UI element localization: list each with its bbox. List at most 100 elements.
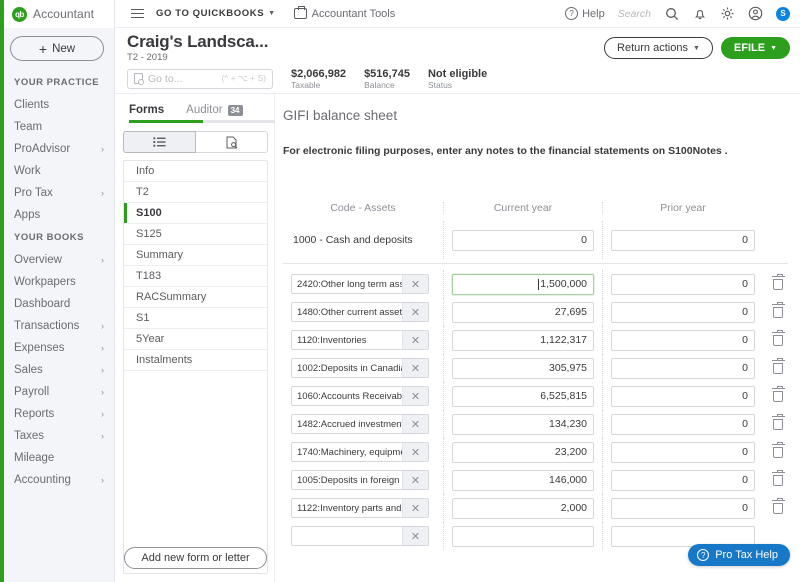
delete-row-button[interactable] [765,467,791,493]
chevron-right-icon: › [101,409,104,419]
sidebar-item-taxes[interactable]: Taxes › [0,425,114,447]
code-input[interactable]: 1005:Deposits in foreign banks - fo ✕ [291,470,429,490]
prior-year-input[interactable]: 0 [611,441,755,463]
current-year-input[interactable]: 0 [452,229,594,251]
clear-code-icon[interactable]: ✕ [402,471,428,489]
code-input[interactable]: 1482:Accrued investment income ✕ [291,414,429,434]
tab-forms[interactable]: Forms [129,104,164,120]
sidebar-item-overview[interactable]: Overview › [0,249,114,271]
sidebar-item-team[interactable]: Team [0,116,114,138]
sidebar-item-label: Work [14,165,41,177]
delete-row-button[interactable] [765,383,791,409]
code-input[interactable]: 2420:Other long term assets ✕ [291,274,429,294]
code-input[interactable]: 1120:Inventories ✕ [291,330,429,350]
current-year-input[interactable]: 146,000 [452,469,594,491]
form-item-s1[interactable]: S1 [124,308,267,329]
return-actions-button[interactable]: Return actions ▼ [604,37,713,59]
prior-year-input[interactable]: 0 [611,385,755,407]
form-item-s125[interactable]: S125 [124,224,267,245]
prior-year-input[interactable]: 0 [611,329,755,351]
cell-current-year: 2,000 [443,494,603,522]
go-to-input[interactable]: Go to... (^ + ⌥ + S) [127,68,273,89]
current-year-input[interactable]: 305,975 [452,357,594,379]
form-item-summary[interactable]: Summary [124,245,267,266]
sidebar-item-apps[interactable]: Apps [0,204,114,226]
current-year-input[interactable]: 23,200 [452,441,594,463]
delete-row-button[interactable] [765,439,791,465]
clear-code-icon[interactable]: ✕ [402,527,428,545]
prior-year-input[interactable]: 0 [611,301,755,323]
delete-row-button[interactable] [765,299,791,325]
clear-code-icon[interactable]: ✕ [402,359,428,377]
current-year-input[interactable]: 2,000 [452,497,594,519]
add-new-form-button[interactable]: Add new form or letter [124,547,267,569]
sidebar-item-sales[interactable]: Sales › [0,359,114,381]
notifications-icon[interactable] [692,6,707,21]
tab-auditor[interactable]: Auditor 34 [186,104,243,120]
sidebar-item-dashboard[interactable]: Dashboard [0,293,114,315]
new-button[interactable]: + New [10,36,104,61]
sidebar-item-reports[interactable]: Reports › [0,403,114,425]
current-year-input[interactable] [452,525,594,547]
current-year-input[interactable]: 27,695 [452,301,594,323]
list-view-toggle[interactable] [123,131,196,153]
avatar[interactable]: S [776,6,790,21]
prior-year-input[interactable]: 0 [611,229,755,251]
form-item-t183[interactable]: T183 [124,266,267,287]
efile-button[interactable]: EFILE ▼ [720,37,790,59]
code-input[interactable]: ✕ [291,526,429,546]
prior-year-input[interactable]: 0 [611,469,755,491]
sidebar-item-work[interactable]: Work [0,160,114,182]
sidebar-item-accounting[interactable]: Accounting › [0,469,114,491]
current-year-input[interactable]: 6,525,815 [452,385,594,407]
prior-year-input[interactable]: 0 [611,273,755,295]
sidebar-item-pro-tax[interactable]: Pro Tax › [0,182,114,204]
delete-row-button[interactable] [765,327,791,353]
clear-code-icon[interactable]: ✕ [402,303,428,321]
go-to-quickbooks-button[interactable]: GO TO QUICKBOOKS ▼ [156,8,276,19]
clear-code-icon[interactable]: ✕ [402,387,428,405]
profile-icon[interactable] [748,6,763,21]
current-year-input[interactable]: 1,122,317 [452,329,594,351]
sidebar-item-mileage[interactable]: Mileage [0,447,114,469]
code-input[interactable]: 1002:Deposits in Canadian banks a ✕ [291,358,429,378]
form-item-t2[interactable]: T2 [124,182,267,203]
code-input[interactable]: 1740:Machinery, equipment, furnitu ✕ [291,442,429,462]
clear-code-icon[interactable]: ✕ [402,443,428,461]
prior-year-input[interactable]: 0 [611,413,755,435]
delete-row-button[interactable] [765,411,791,437]
current-year-input[interactable]: 134,230 [452,413,594,435]
code-input[interactable]: 1122:Inventory parts and supplies ✕ [291,498,429,518]
delete-row-button[interactable] [765,355,791,381]
sidebar-item-proadvisor[interactable]: ProAdvisor › [0,138,114,160]
clear-code-icon[interactable]: ✕ [402,415,428,433]
pro-tax-help-button[interactable]: ? Pro Tax Help [688,544,790,566]
delete-row-button[interactable] [765,495,791,521]
clear-code-icon[interactable]: ✕ [402,499,428,517]
delete-row-button[interactable] [765,271,791,297]
sidebar-item-payroll[interactable]: Payroll › [0,381,114,403]
help-button[interactable]: ? Help [565,7,605,20]
form-item-instalments[interactable]: Instalments [124,350,267,371]
sidebar-item-workpapers[interactable]: Workpapers [0,271,114,293]
document-view-toggle[interactable] [196,131,268,153]
form-item-info[interactable]: Info [124,161,267,182]
search-icon[interactable] [664,6,679,21]
code-input[interactable]: 1060:Accounts Receivable ✕ [291,386,429,406]
settings-icon[interactable] [720,6,735,21]
menu-icon[interactable] [123,5,152,23]
sidebar-item-expenses[interactable]: Expenses › [0,337,114,359]
sidebar-item-clients[interactable]: Clients [0,94,114,116]
clear-code-icon[interactable]: ✕ [402,275,428,293]
form-item-s100[interactable]: S100 [124,203,267,224]
prior-year-input[interactable]: 0 [611,497,755,519]
clear-code-icon[interactable]: ✕ [402,331,428,349]
current-year-input[interactable]: 1,500,000 [452,273,594,295]
code-input[interactable]: 1480:Other current assets ✕ [291,302,429,322]
accountant-tools-button[interactable]: Accountant Tools [293,6,395,20]
prior-year-input[interactable]: 0 [611,357,755,379]
sidebar-item-transactions[interactable]: Transactions › [0,315,114,337]
stat-taxable: $2,066,982 Taxable [291,68,346,90]
form-item-5year[interactable]: 5Year [124,329,267,350]
form-item-racsummary[interactable]: RACSummary [124,287,267,308]
